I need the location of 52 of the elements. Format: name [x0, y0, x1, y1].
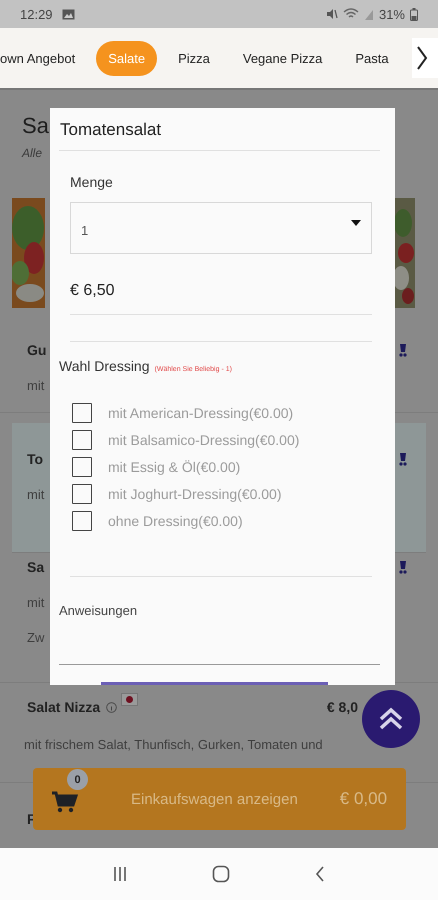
battery-icon — [410, 8, 418, 20]
item-name: To — [27, 451, 44, 467]
category-title: Sa — [22, 112, 49, 140]
category-tab[interactable]: own Angebot — [0, 40, 88, 76]
category-tab[interactable]: Vegane Pizza — [230, 40, 334, 76]
cart-total: € 0,00 — [340, 789, 388, 809]
caret-icon — [351, 220, 361, 226]
option-label: mit American-Dressing(€0.00) — [108, 404, 294, 420]
signal-icon — [364, 8, 374, 20]
next-tab-button[interactable] — [412, 38, 438, 78]
info-icon — [106, 702, 118, 712]
item-price: € 8,0 — [326, 699, 358, 715]
home-icon[interactable] — [212, 865, 230, 883]
item-description: Zw — [27, 630, 44, 645]
cart-count-badge: 0 — [67, 769, 88, 790]
category-tab[interactable]: Pasta — [343, 40, 401, 76]
recent-apps-icon[interactable] — [112, 866, 128, 882]
item-name: Salat Nizza — [27, 699, 100, 715]
checkbox[interactable] — [72, 456, 92, 476]
dialog-price: € 6,50 — [70, 282, 116, 300]
back-icon[interactable] — [314, 865, 326, 883]
mute-icon — [326, 8, 338, 20]
item-description: mit — [27, 378, 44, 393]
chevron-up-icon — [378, 706, 404, 732]
chevron-right-icon — [416, 45, 428, 71]
option-group-title: Wahl Dressing — [59, 358, 150, 374]
item-name: Gu — [27, 342, 46, 358]
quantity-label: Menge — [70, 174, 114, 190]
flag-icon — [121, 693, 138, 706]
category-tab[interactable]: Pizza — [166, 40, 222, 76]
category-subtitle: Alle — [22, 146, 42, 160]
option-label: mit Essig & Öl(€0.00) — [108, 458, 240, 474]
checkbox[interactable] — [72, 510, 92, 530]
instructions-field[interactable]: Anweisungen — [59, 602, 380, 665]
dialog-title: Tomatensalat — [59, 119, 162, 141]
checkbox[interactable] — [72, 430, 92, 450]
image-icon — [62, 8, 75, 20]
option-label: ohne Dressing(€0.00) — [108, 512, 243, 528]
battery-level: 31% — [378, 6, 405, 22]
quantity-select[interactable]: 1 — [70, 202, 372, 254]
cart-button[interactable]: 0 Einkaufswagen anzeigen € 0,00 — [33, 768, 406, 830]
item-description: mit — [27, 595, 44, 610]
checkbox[interactable] — [72, 402, 92, 422]
checkbox[interactable] — [72, 484, 92, 504]
item-description: mit frischem Salat, Thunfisch, Gurken, Tomaten und — [24, 737, 323, 752]
item-name: Sa — [27, 559, 44, 575]
wifi-icon — [342, 8, 359, 20]
option-label: mit Balsamico-Dressing(€0.00) — [108, 432, 300, 448]
option-label: mit Joghurt-Dressing(€0.00) — [108, 486, 282, 502]
cart-label: Einkaufswagen anzeigen — [131, 790, 298, 808]
item-description: mit — [27, 487, 44, 502]
status-time: 12:29 — [20, 6, 53, 22]
